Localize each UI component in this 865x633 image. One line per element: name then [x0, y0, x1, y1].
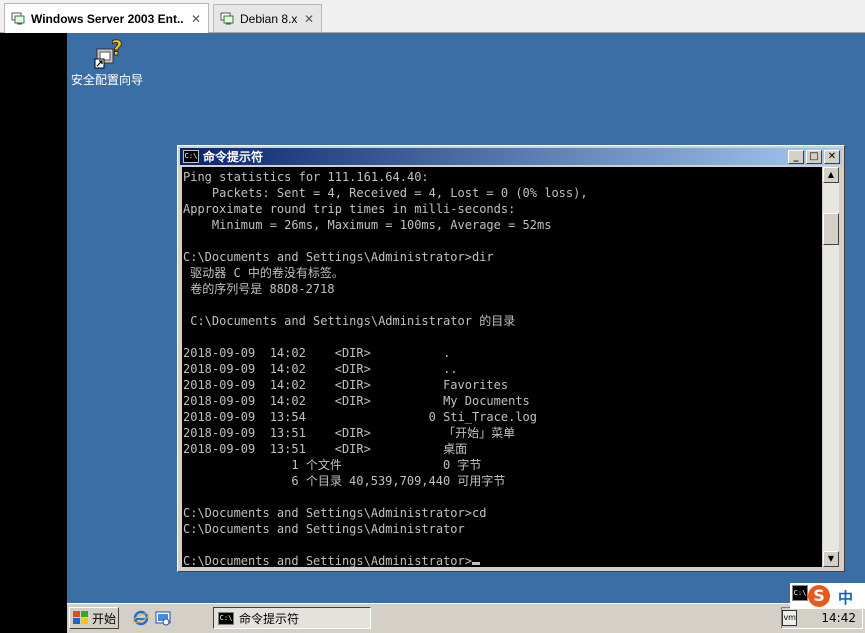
ime-toolbar[interactable]: C:\ S 中 [790, 583, 865, 609]
console-line: Approximate round trip times in milli-se… [183, 202, 516, 216]
console-line: 2018-09-09 14:02 <DIR> . [183, 346, 451, 360]
tab-windows-server[interactable]: Windows Server 2003 Ent... ✕ [4, 3, 209, 33]
vm-tab-strip: Windows Server 2003 Ent... ✕ Debian 8.x … [0, 0, 865, 33]
cmd-window[interactable]: C:\ 命令提示符 _ □ ✕ Ping statistics for 111.… [177, 145, 845, 572]
close-icon[interactable]: ✕ [303, 13, 315, 25]
close-icon[interactable]: ✕ [190, 13, 202, 25]
console-line: C:\Documents and Settings\Administrator>… [183, 506, 487, 520]
console-line: 2018-09-09 14:02 <DIR> Favorites [183, 378, 509, 392]
console-line: 2018-09-09 13:54 0 Sti_Trace.log [183, 410, 538, 424]
scroll-down-button[interactable]: ▼ [823, 551, 839, 567]
vm-screen[interactable]: ? 安全配置向导 C:\ 命令提示符 _ □ ✕ Ping statistics… [0, 33, 865, 633]
desktop-icon-security-wizard[interactable]: ? 安全配置向导 [67, 36, 147, 88]
console-text: Ping statistics for 111.161.64.40: Packe… [182, 167, 822, 567]
console-line: 卷的序列号是 88D8-2718 [183, 282, 335, 296]
console-output[interactable]: Ping statistics for 111.161.64.40: Packe… [182, 167, 822, 567]
console-line: Packets: Sent = 4, Received = 4, Lost = … [183, 186, 588, 200]
vertical-scrollbar[interactable]: ▲ ▼ [823, 167, 839, 567]
system-tray: vm 14:42 [781, 607, 863, 629]
tab-debian[interactable]: Debian 8.x ✕ [213, 4, 322, 32]
show-desktop-icon[interactable] [155, 610, 171, 626]
cmd-task-icon: C:\ [218, 611, 234, 625]
task-button-label: 命令提示符 [239, 611, 300, 626]
vmware-tools-icon[interactable]: vm [782, 610, 798, 626]
windows-logo-icon [73, 611, 89, 625]
console-line: 2018-09-09 14:02 <DIR> My Documents [183, 394, 530, 408]
console-line: Ping statistics for 111.161.64.40: [183, 170, 429, 184]
console-line: 2018-09-09 13:51 <DIR> 「开始」菜单 [183, 426, 516, 440]
scroll-thumb[interactable] [823, 213, 839, 245]
console-line: 2018-09-09 13:51 <DIR> 桌面 [183, 442, 468, 456]
desktop[interactable]: ? 安全配置向导 C:\ 命令提示符 _ □ ✕ Ping statistics… [67, 33, 865, 603]
cmd-window-title: 命令提示符 [203, 150, 264, 164]
console-line: C:\Documents and Settings\Administrator>… [183, 250, 494, 264]
security-wizard-icon: ? [91, 36, 123, 69]
maximize-button[interactable]: □ [806, 149, 822, 164]
clock[interactable]: 14:42 [821, 611, 856, 625]
cmd-window-icon: C:\ [183, 150, 199, 163]
internet-explorer-icon[interactable] [133, 610, 149, 626]
close-button[interactable]: ✕ [824, 149, 840, 164]
text-cursor [471, 562, 480, 565]
ime-mode-toggle[interactable]: 中 [838, 587, 853, 608]
taskbar: 开始 C:\ 命令提示符 vm 14:42 [67, 603, 865, 633]
tab-label: Windows Server 2003 Ent... [31, 11, 184, 26]
vm-icon [11, 12, 26, 25]
start-button[interactable]: 开始 [69, 607, 119, 629]
console-line: 驱动器 C 中的卷没有标签。 [183, 266, 344, 280]
task-button-cmd[interactable]: C:\ 命令提示符 [213, 607, 371, 629]
sogou-logo-icon[interactable]: S [808, 585, 830, 607]
console-line: 1 个文件 0 字节 [183, 458, 482, 472]
console-line: 2018-09-09 14:02 <DIR> .. [183, 362, 458, 376]
console-line: C:\Documents and Settings\Administrator> [183, 554, 472, 567]
svg-text:?: ? [111, 37, 123, 60]
console-line: C:\Documents and Settings\Administrator [183, 522, 465, 536]
desktop-icon-label: 安全配置向导 [70, 73, 143, 87]
start-label: 开始 [92, 611, 117, 626]
scroll-up-button[interactable]: ▲ [823, 167, 839, 183]
ime-console-icon: C:\ [792, 585, 808, 601]
console-line: C:\Documents and Settings\Administrator … [183, 314, 516, 328]
tab-label: Debian 8.x [240, 11, 297, 26]
console-line: Minimum = 26ms, Maximum = 100ms, Average… [183, 218, 552, 232]
minimize-button[interactable]: _ [788, 149, 804, 164]
console-line: 6 个目录 40,539,709,440 可用字节 [183, 474, 506, 488]
cmd-titlebar[interactable]: C:\ 命令提示符 _ □ ✕ [180, 148, 842, 165]
vm-icon [220, 12, 235, 25]
